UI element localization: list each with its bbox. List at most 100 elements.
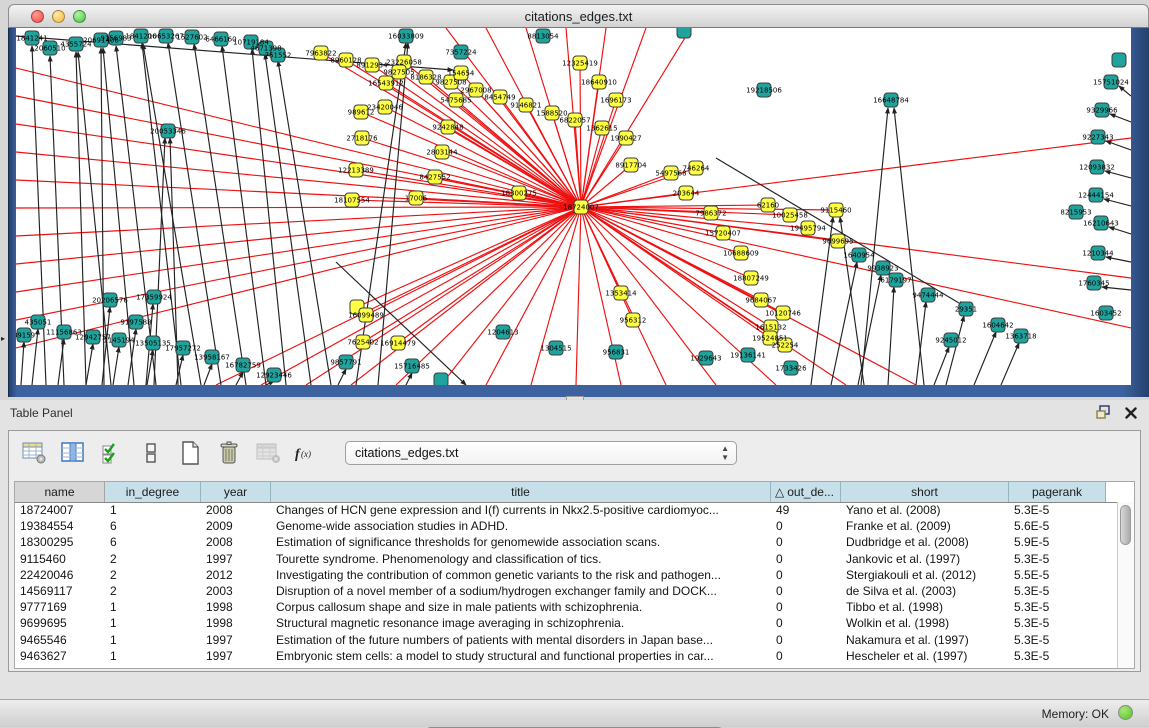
network-window: citations_edges.txt 18724007184124120605… <box>8 4 1149 397</box>
network-edge <box>1109 227 1131 234</box>
network-node[interactable] <box>434 373 448 385</box>
node-label: 6822057 <box>559 117 590 125</box>
network-edge <box>222 46 266 385</box>
window-titlebar[interactable]: citations_edges.txt <box>8 4 1149 28</box>
node-label: 16543912 <box>368 80 404 88</box>
network-view[interactable]: 1872400718412412060510435572420691406915… <box>16 28 1131 385</box>
node-label: 7625402 <box>347 339 378 347</box>
column-header-title[interactable]: title <box>271 482 771 502</box>
column-header-short[interactable]: short <box>841 482 1009 502</box>
table-rows: 1872400712008Changes of HCN gene express… <box>15 502 1118 668</box>
table-row[interactable]: 1872400712008Changes of HCN gene express… <box>15 502 1118 518</box>
network-node[interactable] <box>677 28 691 38</box>
delete-column-icon[interactable] <box>214 438 244 468</box>
node-label: 10688609 <box>723 250 759 258</box>
cell: 22420046 <box>15 568 105 582</box>
cell: Nakamura et al. (1997) <box>841 633 1009 647</box>
network-edge <box>338 369 346 385</box>
network-canvas[interactable]: 1872400718412412060510435572420691406915… <box>16 28 1131 385</box>
cell: 1998 <box>201 616 271 630</box>
node-label: 13958167 <box>194 354 230 362</box>
table-row[interactable]: 1830029562008Estimation of significance … <box>15 534 1118 550</box>
function-builder-icon[interactable]: f(x) <box>292 438 322 468</box>
network-edge <box>1110 114 1131 122</box>
network-edge <box>888 287 894 385</box>
network-edge <box>378 43 408 385</box>
cell: Tourette syndrome. Phenomenology and cla… <box>271 552 771 566</box>
cell: 9777169 <box>15 600 105 614</box>
cell: 5.3E-5 <box>1009 503 1106 517</box>
rows-icon[interactable] <box>136 438 166 468</box>
node-label: 435051 <box>25 319 52 327</box>
table-row[interactable]: 946554611997Estimation of the future num… <box>15 632 1118 648</box>
network-edge <box>16 207 581 264</box>
node-label: 9197588 <box>120 319 151 327</box>
cell: Franke et al. (2009) <box>841 519 1009 533</box>
select-columns-icon[interactable] <box>97 438 127 468</box>
cell: 18724007 <box>15 503 105 517</box>
network-edge <box>576 207 581 385</box>
cell: 0 <box>771 519 841 533</box>
column-header-name[interactable]: name <box>15 482 105 502</box>
column-header-in-degree[interactable]: in_degree <box>105 482 201 502</box>
node-label: 746264 <box>683 165 710 173</box>
table-row[interactable]: 911546021997Tourette syndrome. Phenomeno… <box>15 551 1118 567</box>
network-edge <box>113 347 119 385</box>
network-edge <box>396 207 581 385</box>
cell: 5.3E-5 <box>1009 584 1106 598</box>
new-column-icon[interactable] <box>175 438 205 468</box>
node-label: 12444154 <box>1078 192 1114 200</box>
table-panel-body: f(x) citations_edges.txt ▲▼ name in_degr… <box>8 430 1141 672</box>
table-row[interactable]: 1456911722003Disruption of a novel membe… <box>15 583 1118 599</box>
node-label: 9474444 <box>912 292 944 300</box>
network-edge <box>916 302 926 385</box>
combo-arrows-icon: ▲▼ <box>721 444 729 462</box>
node-label: 17359924 <box>136 294 172 302</box>
node-label: 1363718 <box>1005 333 1036 341</box>
network-edge <box>16 207 581 236</box>
table-mode-icon[interactable] <box>19 438 49 468</box>
node-label: 1362615 <box>586 125 617 133</box>
node-label: 16648784 <box>873 97 909 105</box>
table-row[interactable]: 2242004622012Investigating the contribut… <box>15 567 1118 583</box>
node-label: 8427552 <box>419 174 450 182</box>
node-label: 9827508 <box>435 79 466 87</box>
table-row[interactable]: 969969511998Structural magnetic resonanc… <box>15 615 1118 631</box>
table-selector[interactable]: citations_edges.txt ▲▼ <box>345 441 737 465</box>
window-title: citations_edges.txt <box>9 9 1148 24</box>
network-edge <box>946 316 964 385</box>
table-row[interactable]: 1938455462009Genome-wide association stu… <box>15 518 1118 534</box>
column-header-out-degree[interactable]: △ out_de... <box>771 482 841 502</box>
cell: 5.3E-5 <box>1009 633 1106 647</box>
cell: 1 <box>105 633 201 647</box>
node-label: 19218506 <box>746 87 782 95</box>
network-edge <box>858 275 881 385</box>
network-node[interactable] <box>1112 53 1126 67</box>
scrollbar-thumb[interactable] <box>1120 505 1131 545</box>
network-edge <box>974 332 996 385</box>
node-label: 1527602 <box>176 34 207 42</box>
close-panel-icon[interactable] <box>1125 406 1137 424</box>
delete-table-icon[interactable] <box>253 438 283 468</box>
network-edge <box>16 152 581 207</box>
cell: 0 <box>771 633 841 647</box>
node-label: 62160 <box>757 202 779 210</box>
table-row[interactable]: 946362711997Embryonic stem cells: a mode… <box>15 648 1118 664</box>
cell: 0 <box>771 649 841 663</box>
column-header-year[interactable]: year <box>201 482 271 502</box>
node-label: 12923446 <box>256 372 292 380</box>
table-row[interactable]: 977716911998Corpus callosum shape and si… <box>15 599 1118 615</box>
network-edge <box>357 207 581 307</box>
network-edge <box>204 364 212 385</box>
status-bar: Memory: OK <box>0 699 1149 727</box>
node-label: 1696173 <box>600 97 631 105</box>
table-vertical-scrollbar[interactable] <box>1117 502 1134 668</box>
node-label: 16210643 <box>1083 220 1119 228</box>
show-columns-icon[interactable] <box>58 438 88 468</box>
node-label: 12093832 <box>1079 164 1115 172</box>
float-panel-icon[interactable] <box>1096 405 1111 424</box>
node-label: 20206576 <box>92 297 128 305</box>
cell: Estimation of significance thresholds fo… <box>271 535 771 549</box>
node-label: 2803144 <box>426 149 458 157</box>
column-header-pagerank[interactable]: pagerank <box>1009 482 1106 502</box>
